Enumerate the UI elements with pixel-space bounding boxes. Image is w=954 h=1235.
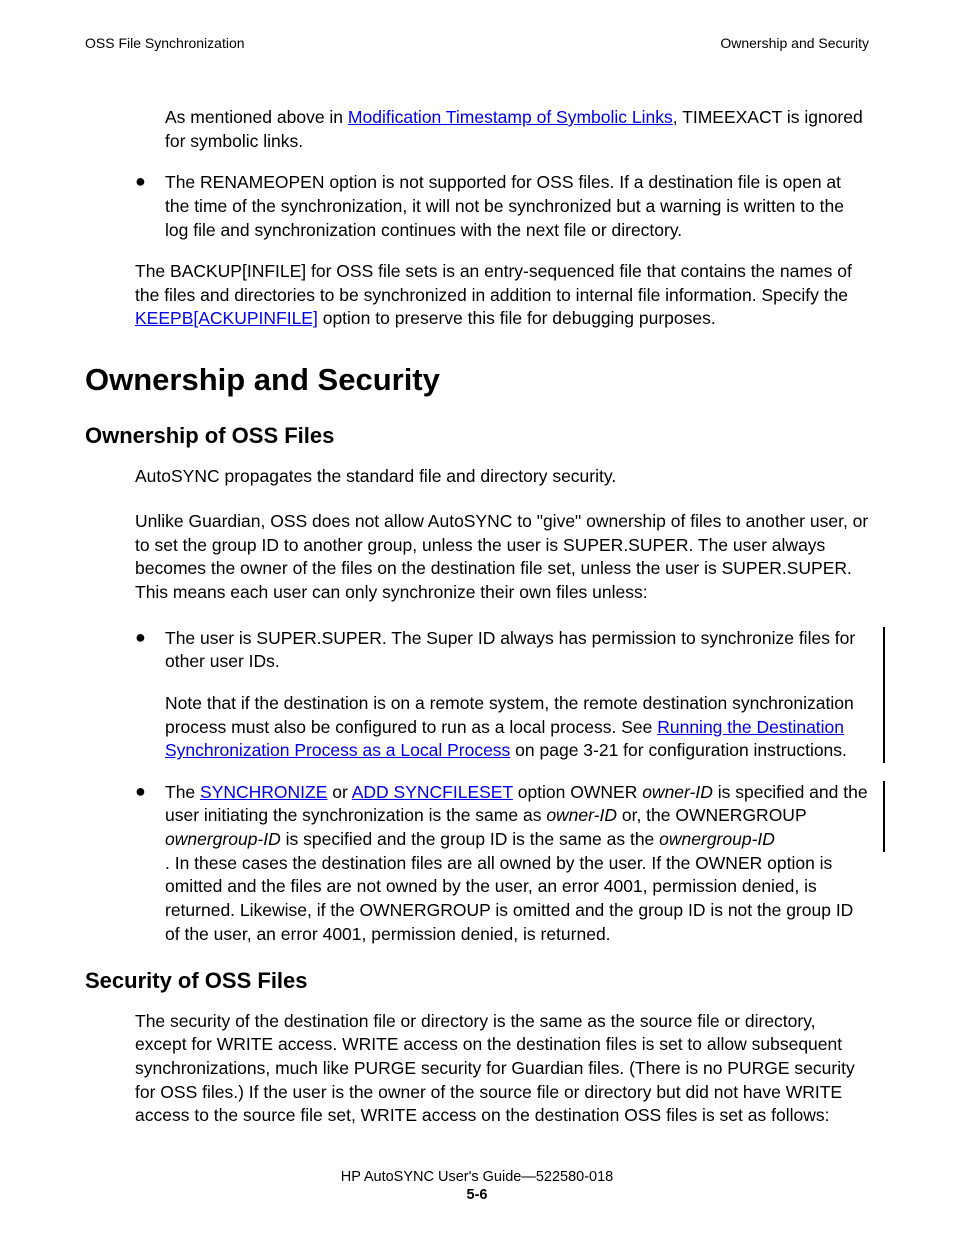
header-left: OSS File Synchronization — [85, 35, 245, 51]
heading-security-oss: Security of OSS Files — [85, 966, 869, 996]
page-content: As mentioned above in Modification Times… — [85, 106, 869, 1128]
heading-ownership-oss: Ownership of OSS Files — [85, 421, 869, 451]
bullet-icon: ● — [135, 171, 165, 242]
bullet-item: ● The SYNCHRONIZE or ADD SYNCFILESET opt… — [135, 781, 869, 946]
paragraph: Unlike Guardian, OSS does not allow Auto… — [135, 510, 869, 605]
link-modification-timestamp[interactable]: Modification Timestamp of Symbolic Links — [348, 107, 673, 127]
bullet-icon: ● — [135, 781, 165, 946]
bullet-icon: ● — [135, 627, 165, 763]
paragraph: AutoSYNC propagates the standard file an… — [135, 465, 869, 489]
header-right: Ownership and Security — [720, 35, 869, 51]
bullet-text: The SYNCHRONIZE or ADD SYNCFILESET optio… — [165, 781, 869, 946]
bullet-text: The RENAMEOPEN option is not supported f… — [165, 171, 869, 242]
paragraph: The security of the destination file or … — [135, 1010, 869, 1128]
heading-ownership-security: Ownership and Security — [85, 359, 869, 401]
link-synchronize[interactable]: SYNCHRONIZE — [200, 782, 327, 802]
paragraph: As mentioned above in Modification Times… — [165, 106, 869, 153]
page-header: OSS File Synchronization Ownership and S… — [85, 35, 869, 51]
bullet-item: ● The user is SUPER.SUPER. The Super ID … — [135, 627, 885, 763]
page-footer: HP AutoSYNC User's Guide—522580-018 5-6 — [0, 1169, 954, 1203]
bullet-item: ● The RENAMEOPEN option is not supported… — [135, 171, 869, 242]
footer-page-number: 5-6 — [0, 1187, 954, 1203]
document-page: OSS File Synchronization Ownership and S… — [0, 0, 954, 1235]
link-add-syncfileset[interactable]: ADD SYNCFILESET — [352, 782, 513, 802]
paragraph: The BACKUP[INFILE] for OSS file sets is … — [135, 260, 869, 331]
link-keepbackupinfile[interactable]: KEEPB[ACKUPINFILE] — [135, 308, 318, 328]
footer-line1: HP AutoSYNC User's Guide—522580-018 — [0, 1169, 954, 1185]
bullet-text: The user is SUPER.SUPER. The Super ID al… — [165, 627, 869, 763]
